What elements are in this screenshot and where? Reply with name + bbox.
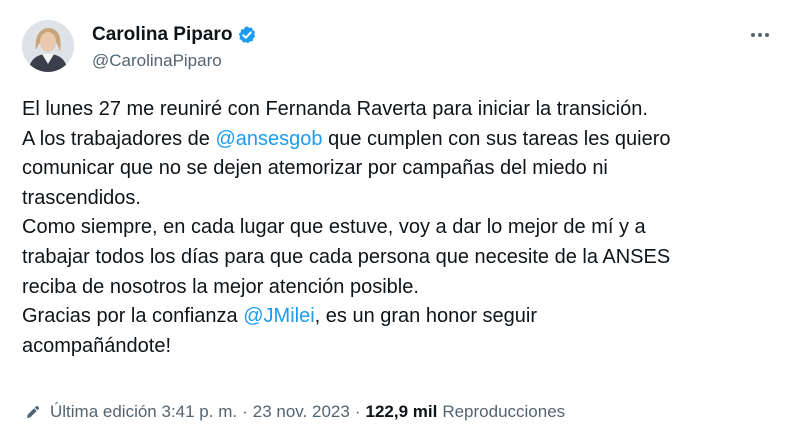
tweet-text-line: Gracias por la confianza @JMilei, es un … [22,302,792,332]
tweet-text-line: trabajar todos los días para que cada pe… [22,243,792,273]
tweet-text-line: acompañándote! [22,332,792,362]
more-options-icon[interactable] [745,25,775,45]
tweet-text-segment: El lunes 27 me reuniré con Fernanda Rave… [22,98,648,120]
tweet-card: Carolina Piparo @CarolinaPiparo El lunes… [0,0,800,444]
views-label: Reproducciones [442,402,566,421]
mention-link[interactable]: @ansesgob [215,128,322,150]
tweet-text-segment: acompañándote! [22,334,172,357]
edited-time-link[interactable]: Última edición 3:41 p. m. [50,402,237,422]
tweet-text-segment: Gracias por la confianza [22,305,244,328]
avatar[interactable] [22,20,74,72]
separator: · [242,402,248,421]
tweet-text-segment: comunicar que no se dejen atemorizar por… [22,157,608,180]
tweet-text-segment: trabajar todos los días para que cada pe… [22,245,671,268]
profile-photo [22,20,74,72]
tweet-text-segment: reciba de nosotros la mejor atención pos… [22,275,419,298]
pencil-edit-icon [24,403,42,421]
author-display-name[interactable]: Carolina Piparo [92,24,232,46]
tweet-text: El lunes 27 me reuniré con Fernanda Rave… [22,95,792,361]
separator: · [354,402,361,421]
tweet-text-line: comunicar que no se dejen atemorizar por… [22,154,792,184]
tweet-text-line: trascendidos. [22,184,792,214]
mention-link[interactable]: @JMilei [243,305,314,327]
verified-badge-icon [237,25,257,45]
tweet-text-segment: , es un gran honor seguir [314,305,538,328]
tweet-metadata: Última edición 3:41 p. m. · 23 nov. 2023… [24,402,565,422]
tweet-text-line: A los trabajadores de @ansesgob que cump… [22,125,792,155]
views-count: 122,9 mil [365,402,438,421]
author-name-row: Carolina Piparo [92,24,257,46]
tweet-date[interactable]: 23 nov. 2023 [253,402,350,422]
tweet-text-line: El lunes 27 me reuniré con Fernanda Rave… [22,95,792,125]
tweet-text-line: reciba de nosotros la mejor atención pos… [22,273,792,303]
tweet-text-segment: Como siempre, en cada lugar que estuve, … [22,216,646,239]
tweet-text-line: Como siempre, en cada lugar que estuve, … [22,213,792,243]
author-handle[interactable]: @CarolinaPiparo [92,51,222,71]
tweet-text-segment: que cumplen con sus tareas les quiero [322,127,671,150]
tweet-text-segment: A los trabajadores de [22,127,216,150]
tweet-text-segment: trascendidos. [22,186,141,209]
